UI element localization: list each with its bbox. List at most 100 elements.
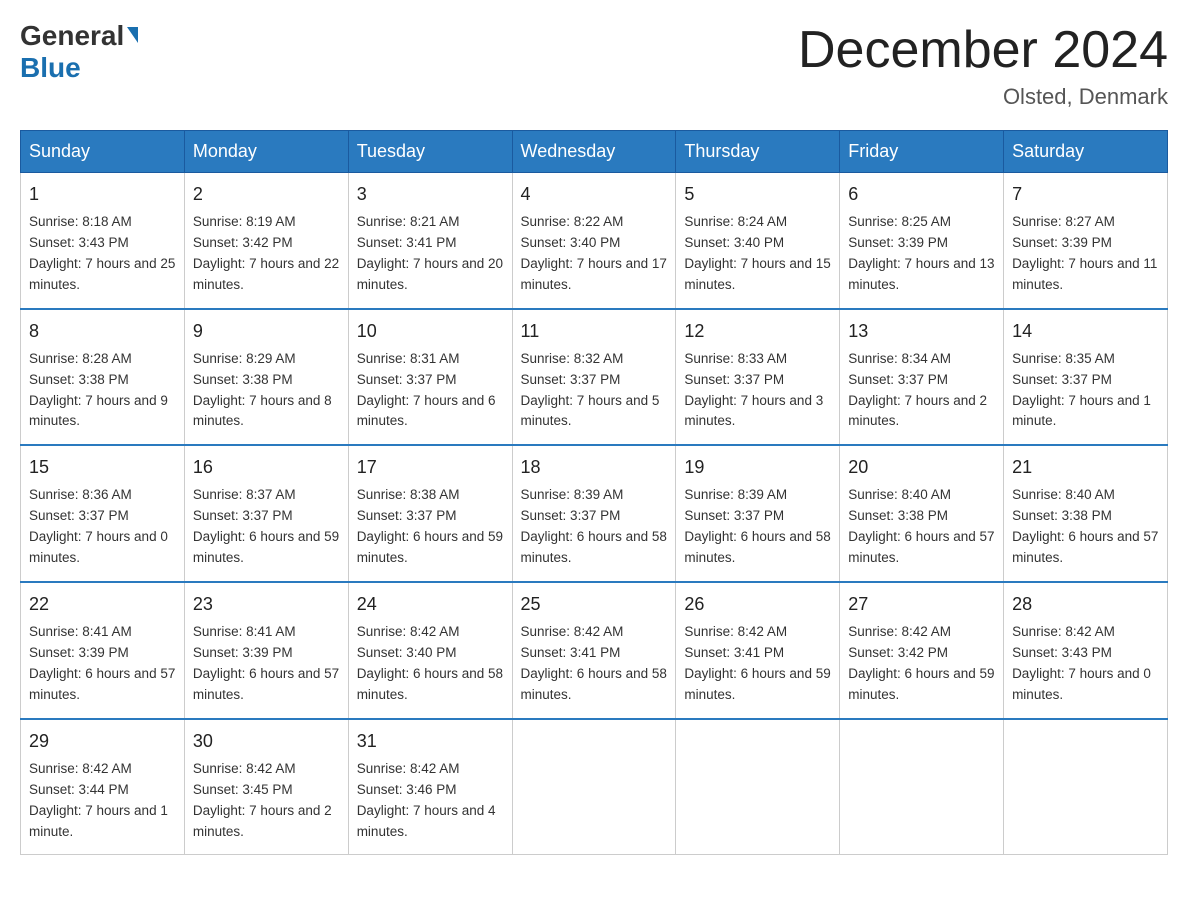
day-info: Sunrise: 8:42 AMSunset: 3:43 PMDaylight:… xyxy=(1012,624,1151,702)
calendar-table: Sunday Monday Tuesday Wednesday Thursday… xyxy=(20,130,1168,855)
day-info: Sunrise: 8:29 AMSunset: 3:38 PMDaylight:… xyxy=(193,351,332,429)
day-info: Sunrise: 8:42 AMSunset: 3:40 PMDaylight:… xyxy=(357,624,503,702)
day-number: 28 xyxy=(1012,591,1159,618)
day-info: Sunrise: 8:42 AMSunset: 3:44 PMDaylight:… xyxy=(29,761,168,839)
day-number: 6 xyxy=(848,181,995,208)
calendar-cell xyxy=(1004,719,1168,855)
logo: General Blue xyxy=(20,20,138,84)
month-title: December 2024 xyxy=(798,20,1168,80)
calendar-cell xyxy=(512,719,676,855)
day-number: 14 xyxy=(1012,318,1159,345)
calendar-cell: 1 Sunrise: 8:18 AMSunset: 3:43 PMDayligh… xyxy=(21,173,185,309)
day-number: 13 xyxy=(848,318,995,345)
day-info: Sunrise: 8:24 AMSunset: 3:40 PMDaylight:… xyxy=(684,214,830,292)
calendar-cell: 17 Sunrise: 8:38 AMSunset: 3:37 PMDaylig… xyxy=(348,445,512,582)
logo-arrow-icon xyxy=(127,27,138,43)
calendar-cell: 5 Sunrise: 8:24 AMSunset: 3:40 PMDayligh… xyxy=(676,173,840,309)
day-number: 19 xyxy=(684,454,831,481)
day-info: Sunrise: 8:39 AMSunset: 3:37 PMDaylight:… xyxy=(521,487,667,565)
day-info: Sunrise: 8:35 AMSunset: 3:37 PMDaylight:… xyxy=(1012,351,1151,429)
page-header: General Blue December 2024 Olsted, Denma… xyxy=(20,20,1168,110)
calendar-cell: 9 Sunrise: 8:29 AMSunset: 3:38 PMDayligh… xyxy=(184,309,348,446)
day-number: 21 xyxy=(1012,454,1159,481)
week-row-3: 15 Sunrise: 8:36 AMSunset: 3:37 PMDaylig… xyxy=(21,445,1168,582)
header-friday: Friday xyxy=(840,131,1004,173)
calendar-cell: 21 Sunrise: 8:40 AMSunset: 3:38 PMDaylig… xyxy=(1004,445,1168,582)
calendar-cell: 3 Sunrise: 8:21 AMSunset: 3:41 PMDayligh… xyxy=(348,173,512,309)
day-info: Sunrise: 8:34 AMSunset: 3:37 PMDaylight:… xyxy=(848,351,987,429)
header-sunday: Sunday xyxy=(21,131,185,173)
day-info: Sunrise: 8:41 AMSunset: 3:39 PMDaylight:… xyxy=(193,624,339,702)
day-number: 12 xyxy=(684,318,831,345)
calendar-cell: 13 Sunrise: 8:34 AMSunset: 3:37 PMDaylig… xyxy=(840,309,1004,446)
calendar-cell: 26 Sunrise: 8:42 AMSunset: 3:41 PMDaylig… xyxy=(676,582,840,719)
calendar-cell: 2 Sunrise: 8:19 AMSunset: 3:42 PMDayligh… xyxy=(184,173,348,309)
day-info: Sunrise: 8:28 AMSunset: 3:38 PMDaylight:… xyxy=(29,351,168,429)
day-info: Sunrise: 8:32 AMSunset: 3:37 PMDaylight:… xyxy=(521,351,660,429)
calendar-cell: 24 Sunrise: 8:42 AMSunset: 3:40 PMDaylig… xyxy=(348,582,512,719)
day-info: Sunrise: 8:42 AMSunset: 3:41 PMDaylight:… xyxy=(684,624,830,702)
day-number: 31 xyxy=(357,728,504,755)
day-number: 23 xyxy=(193,591,340,618)
week-row-1: 1 Sunrise: 8:18 AMSunset: 3:43 PMDayligh… xyxy=(21,173,1168,309)
calendar-cell: 19 Sunrise: 8:39 AMSunset: 3:37 PMDaylig… xyxy=(676,445,840,582)
day-info: Sunrise: 8:27 AMSunset: 3:39 PMDaylight:… xyxy=(1012,214,1157,292)
calendar-cell: 11 Sunrise: 8:32 AMSunset: 3:37 PMDaylig… xyxy=(512,309,676,446)
calendar-cell xyxy=(840,719,1004,855)
day-info: Sunrise: 8:38 AMSunset: 3:37 PMDaylight:… xyxy=(357,487,503,565)
day-number: 27 xyxy=(848,591,995,618)
day-number: 2 xyxy=(193,181,340,208)
day-number: 1 xyxy=(29,181,176,208)
day-info: Sunrise: 8:39 AMSunset: 3:37 PMDaylight:… xyxy=(684,487,830,565)
day-number: 16 xyxy=(193,454,340,481)
calendar-cell: 27 Sunrise: 8:42 AMSunset: 3:42 PMDaylig… xyxy=(840,582,1004,719)
day-info: Sunrise: 8:40 AMSunset: 3:38 PMDaylight:… xyxy=(1012,487,1158,565)
day-number: 15 xyxy=(29,454,176,481)
day-info: Sunrise: 8:36 AMSunset: 3:37 PMDaylight:… xyxy=(29,487,168,565)
day-info: Sunrise: 8:41 AMSunset: 3:39 PMDaylight:… xyxy=(29,624,175,702)
calendar-cell: 16 Sunrise: 8:37 AMSunset: 3:37 PMDaylig… xyxy=(184,445,348,582)
day-number: 5 xyxy=(684,181,831,208)
calendar-cell: 15 Sunrise: 8:36 AMSunset: 3:37 PMDaylig… xyxy=(21,445,185,582)
calendar-cell xyxy=(676,719,840,855)
day-info: Sunrise: 8:19 AMSunset: 3:42 PMDaylight:… xyxy=(193,214,339,292)
day-info: Sunrise: 8:21 AMSunset: 3:41 PMDaylight:… xyxy=(357,214,503,292)
day-info: Sunrise: 8:42 AMSunset: 3:41 PMDaylight:… xyxy=(521,624,667,702)
day-info: Sunrise: 8:25 AMSunset: 3:39 PMDaylight:… xyxy=(848,214,994,292)
day-number: 7 xyxy=(1012,181,1159,208)
week-row-5: 29 Sunrise: 8:42 AMSunset: 3:44 PMDaylig… xyxy=(21,719,1168,855)
title-section: December 2024 Olsted, Denmark xyxy=(798,20,1168,110)
calendar-cell: 8 Sunrise: 8:28 AMSunset: 3:38 PMDayligh… xyxy=(21,309,185,446)
header-thursday: Thursday xyxy=(676,131,840,173)
calendar-cell: 4 Sunrise: 8:22 AMSunset: 3:40 PMDayligh… xyxy=(512,173,676,309)
day-number: 25 xyxy=(521,591,668,618)
location: Olsted, Denmark xyxy=(798,84,1168,110)
day-number: 18 xyxy=(521,454,668,481)
weekday-header-row: Sunday Monday Tuesday Wednesday Thursday… xyxy=(21,131,1168,173)
day-number: 4 xyxy=(521,181,668,208)
day-number: 17 xyxy=(357,454,504,481)
calendar-cell: 23 Sunrise: 8:41 AMSunset: 3:39 PMDaylig… xyxy=(184,582,348,719)
calendar-cell: 20 Sunrise: 8:40 AMSunset: 3:38 PMDaylig… xyxy=(840,445,1004,582)
day-info: Sunrise: 8:33 AMSunset: 3:37 PMDaylight:… xyxy=(684,351,823,429)
day-info: Sunrise: 8:42 AMSunset: 3:46 PMDaylight:… xyxy=(357,761,496,839)
day-number: 8 xyxy=(29,318,176,345)
week-row-4: 22 Sunrise: 8:41 AMSunset: 3:39 PMDaylig… xyxy=(21,582,1168,719)
day-number: 24 xyxy=(357,591,504,618)
calendar-cell: 22 Sunrise: 8:41 AMSunset: 3:39 PMDaylig… xyxy=(21,582,185,719)
calendar-cell: 14 Sunrise: 8:35 AMSunset: 3:37 PMDaylig… xyxy=(1004,309,1168,446)
day-info: Sunrise: 8:42 AMSunset: 3:45 PMDaylight:… xyxy=(193,761,332,839)
calendar-cell: 10 Sunrise: 8:31 AMSunset: 3:37 PMDaylig… xyxy=(348,309,512,446)
calendar-cell: 28 Sunrise: 8:42 AMSunset: 3:43 PMDaylig… xyxy=(1004,582,1168,719)
calendar-cell: 31 Sunrise: 8:42 AMSunset: 3:46 PMDaylig… xyxy=(348,719,512,855)
calendar-cell: 25 Sunrise: 8:42 AMSunset: 3:41 PMDaylig… xyxy=(512,582,676,719)
calendar-cell: 29 Sunrise: 8:42 AMSunset: 3:44 PMDaylig… xyxy=(21,719,185,855)
header-tuesday: Tuesday xyxy=(348,131,512,173)
week-row-2: 8 Sunrise: 8:28 AMSunset: 3:38 PMDayligh… xyxy=(21,309,1168,446)
calendar-cell: 12 Sunrise: 8:33 AMSunset: 3:37 PMDaylig… xyxy=(676,309,840,446)
logo-blue-text: Blue xyxy=(20,52,81,83)
day-info: Sunrise: 8:22 AMSunset: 3:40 PMDaylight:… xyxy=(521,214,667,292)
day-number: 29 xyxy=(29,728,176,755)
calendar-cell: 18 Sunrise: 8:39 AMSunset: 3:37 PMDaylig… xyxy=(512,445,676,582)
day-number: 30 xyxy=(193,728,340,755)
